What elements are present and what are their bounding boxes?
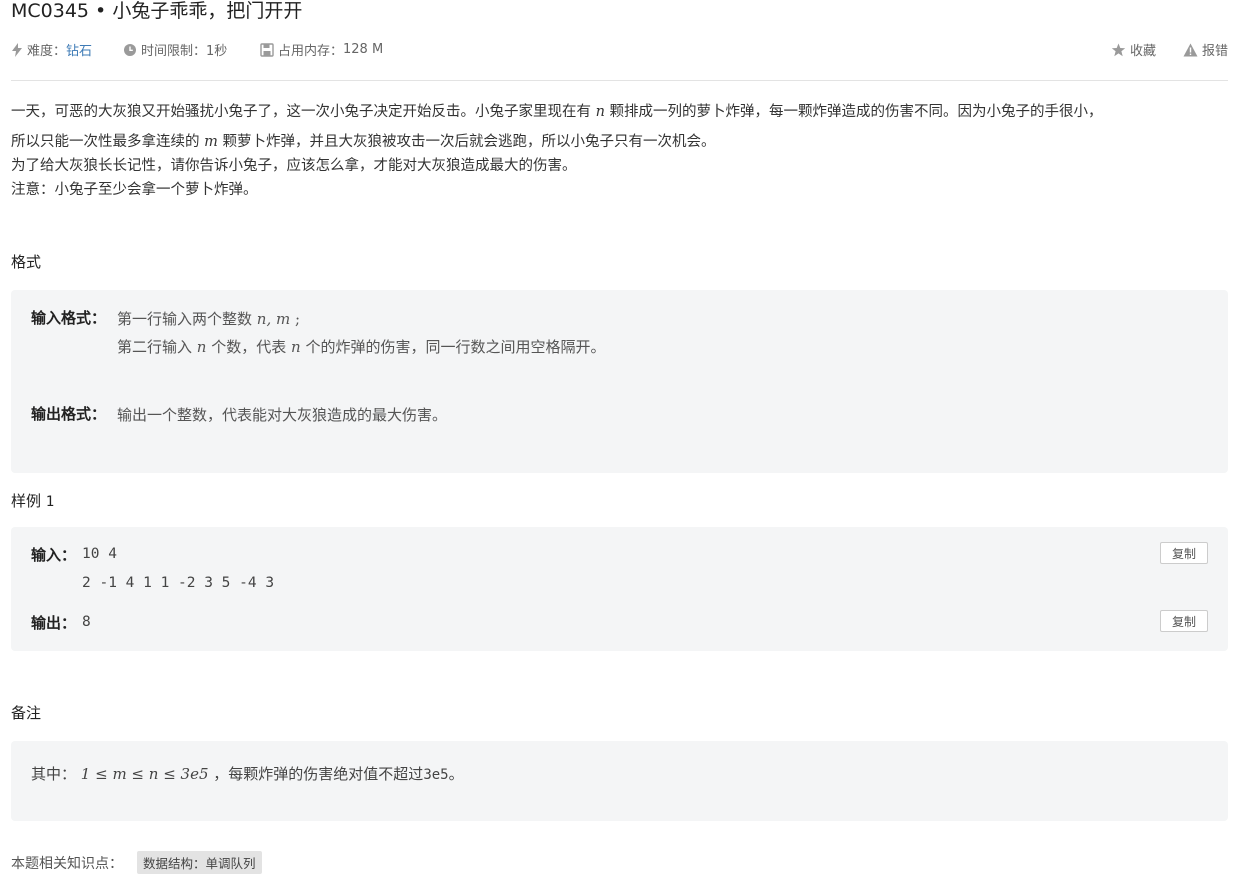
report-button[interactable]: 报错 bbox=[1183, 40, 1228, 59]
notes-math: 1 ≤ m ≤ n ≤ 3e5 bbox=[80, 765, 209, 783]
problem-description: 一天，可恶的大灰狼又开始骚扰小兔子了，这一次小兔子决定开始反击。小兔子家里现在有… bbox=[11, 100, 1228, 202]
time-limit-label: 时间限制： bbox=[141, 44, 207, 59]
favorite-label: 收藏 bbox=[1129, 44, 1156, 59]
knowledge-points: 本题相关知识点： 数据结构：单调队列 bbox=[11, 851, 262, 874]
description-note: 注意：小兔子至少会拿一个萝卜炸弹。 bbox=[11, 182, 258, 198]
warning-icon bbox=[1183, 43, 1198, 56]
format-section-title: 格式 bbox=[11, 253, 42, 271]
problem-meta: 难度： 钻石 时间限制： 1秒 占用内存： 128 M 收藏 报错 bbox=[11, 40, 1228, 60]
sample-input-label: 输入： bbox=[31, 546, 77, 564]
input-format-label: 输入格式： bbox=[31, 309, 107, 327]
time-limit: 时间限制： 1秒 bbox=[123, 40, 227, 59]
time-limit-value: 1秒 bbox=[206, 44, 228, 59]
title-separator: • bbox=[89, 0, 113, 22]
notes-text: 其中： 1 ≤ m ≤ n ≤ 3e5 ，每颗炸弹的伤害绝对值不超过3e5。 bbox=[31, 765, 464, 783]
memory-limit: 占用内存： 128 M bbox=[260, 40, 383, 59]
star-icon bbox=[1111, 43, 1126, 56]
problem-id: MC0345 bbox=[11, 0, 90, 22]
description-line: 所以只能一次性最多拿连续的 m 颗萝卜炸弹，并且大灰狼被攻击一次后就会逃跑，所以… bbox=[11, 134, 716, 150]
output-format-label: 输出格式： bbox=[31, 405, 107, 423]
clock-icon bbox=[124, 43, 136, 56]
sample-input-line: 10 4 bbox=[82, 546, 117, 562]
difficulty-value: 钻石 bbox=[66, 44, 93, 59]
knowledge-label: 本题相关知识点： bbox=[11, 855, 123, 872]
description-line: 一天，可恶的大灰狼又开始骚扰小兔子了，这一次小兔子决定开始反击。小兔子家里现在有… bbox=[11, 104, 1103, 120]
report-label: 报错 bbox=[1201, 44, 1228, 59]
problem-title: MC0345 • 小兔子乖乖，把门开开 bbox=[11, 0, 302, 24]
notes-panel: 其中： 1 ≤ m ≤ n ≤ 3e5 ，每颗炸弹的伤害绝对值不超过3e5。 bbox=[11, 741, 1228, 821]
problem-name: 小兔子乖乖，把门开开 bbox=[112, 0, 303, 22]
output-format-text: 输出一个整数，代表能对大灰狼造成的最大伤害。 bbox=[117, 406, 448, 424]
sample-output-label: 输出： bbox=[31, 614, 77, 632]
sample-input-line: 2 -1 4 1 1 -2 3 5 -4 3 bbox=[82, 575, 275, 591]
notes-section-title: 备注 bbox=[11, 704, 42, 722]
difficulty-label: 难度： bbox=[27, 44, 67, 59]
format-panel: 输入格式： 第一行输入两个整数 n, m ; 第二行输入 n 个数，代表 n 个… bbox=[11, 290, 1228, 473]
lightning-icon bbox=[12, 42, 22, 57]
knowledge-tag[interactable]: 数据结构：单调队列 bbox=[137, 851, 262, 874]
input-format-line: 第二行输入 n 个数，代表 n 个的炸弹的伤害，同一行数之间用空格隔开。 bbox=[117, 338, 606, 356]
favorite-button[interactable]: 收藏 bbox=[1111, 40, 1156, 59]
sample-output-value: 8 bbox=[82, 614, 91, 630]
difficulty: 难度： 钻石 bbox=[11, 40, 92, 59]
input-format-line: 第一行输入两个整数 n, m ; bbox=[117, 310, 301, 328]
description-line: 为了给大灰狼长长记性，请你告诉小兔子，应该怎么拿，才能对大灰狼造成最大的伤害。 bbox=[11, 158, 577, 174]
memory-label: 占用内存： bbox=[278, 44, 344, 59]
memory-value: 128 M bbox=[343, 42, 384, 57]
copy-input-button[interactable]: 复制 bbox=[1160, 542, 1208, 564]
sample-panel: 输入： 10 4 2 -1 4 1 1 -2 3 5 -4 3 复制 输出： 8… bbox=[11, 527, 1228, 651]
sample-section-title: 样例 1 bbox=[11, 492, 55, 510]
divider bbox=[11, 80, 1228, 81]
copy-output-button[interactable]: 复制 bbox=[1160, 610, 1208, 632]
save-icon bbox=[260, 42, 274, 57]
